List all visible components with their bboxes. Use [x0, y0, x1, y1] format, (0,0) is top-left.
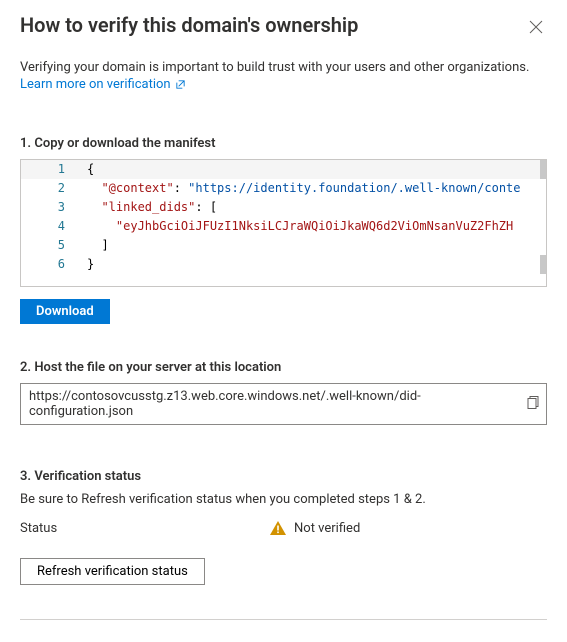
intro-text: Verifying your domain is important to bu… [20, 60, 547, 75]
download-button[interactable]: Download [20, 299, 110, 324]
step3-hint: Be sure to Refresh verification status w… [20, 492, 547, 507]
learn-more-link[interactable]: Learn more on verification [20, 77, 186, 92]
page-title: How to verify this domain's ownership [20, 12, 358, 38]
status-text: Not verified [294, 521, 360, 536]
step1-title: 1. Copy or download the manifest [20, 136, 547, 151]
step3-title: 3. Verification status [20, 469, 547, 484]
copy-url-button[interactable] [525, 394, 542, 415]
divider [20, 619, 547, 620]
close-button[interactable] [525, 16, 547, 41]
manifest-code-block[interactable]: 1{ 2 "@context": "https://identity.found… [20, 159, 547, 287]
warning-icon [270, 521, 286, 536]
learn-more-label: Learn more on verification [20, 77, 171, 92]
external-link-icon [175, 79, 186, 90]
host-url-field[interactable]: https://contosovcusstg.z13.web.core.wind… [20, 383, 547, 425]
status-label: Status [20, 521, 270, 536]
host-url-value: https://contosovcusstg.z13.web.core.wind… [29, 389, 421, 419]
step2-title: 2. Host the file on your server at this … [20, 360, 547, 375]
close-icon [529, 20, 543, 34]
status-value: Not verified [270, 521, 360, 536]
copy-icon [527, 396, 540, 410]
refresh-status-button[interactable]: Refresh verification status [20, 558, 205, 585]
